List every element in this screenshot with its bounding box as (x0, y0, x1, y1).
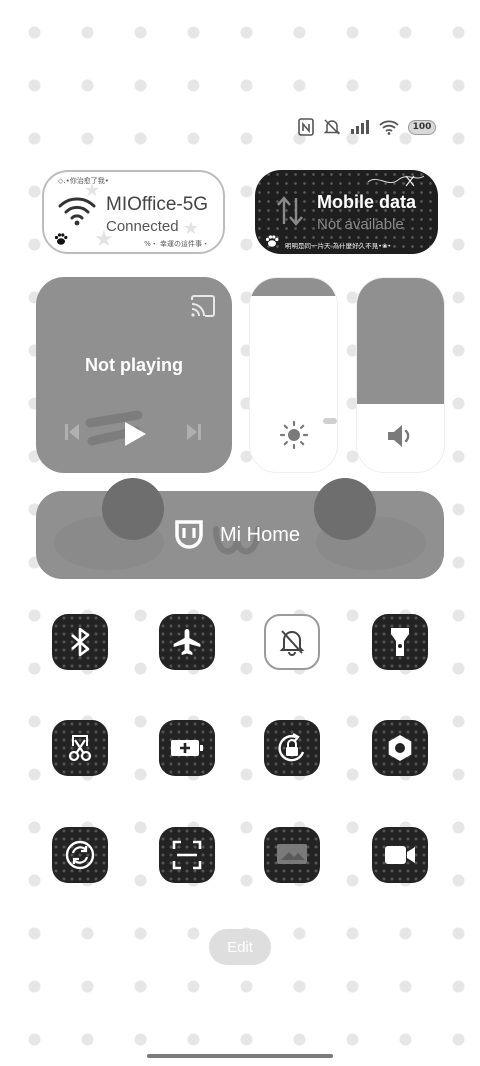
cast-icon[interactable] (190, 295, 216, 317)
mi-home-button[interactable]: Mi Home (36, 491, 444, 579)
status-bar: 100 (298, 118, 436, 136)
signal-icon (351, 120, 369, 134)
rotation-lock-toggle[interactable] (264, 720, 320, 776)
wifi-tile[interactable]: ◇.•你治愈了我• ★ ★ ★ MIOffice-5G Connected %・… (42, 170, 225, 254)
brightness-icon (279, 420, 308, 450)
paw-icon (265, 235, 279, 247)
play-icon[interactable] (123, 421, 147, 447)
mi-home-logo-icon (175, 520, 203, 549)
mute-bell-icon (279, 630, 305, 656)
video-camera-icon (385, 846, 415, 864)
mute-toggle[interactable] (264, 614, 320, 670)
settings-hex-icon (388, 735, 412, 761)
scanner-icon (172, 840, 202, 870)
star-decoration: ★ (182, 218, 199, 238)
wifi-icon (379, 120, 399, 135)
next-icon[interactable] (186, 423, 202, 441)
rotation-lock-icon (278, 732, 305, 762)
wifi-status: Connected (106, 218, 179, 235)
home-indicator[interactable] (147, 1054, 333, 1058)
bluetooth-icon (71, 627, 90, 657)
wifi-icon (58, 197, 96, 226)
deco-caption-bottom: 明明是同一片天 為什麼好久不見•❀• (285, 242, 392, 250)
paw-icon (54, 233, 68, 245)
mobile-data-tile[interactable]: Mobile data Not available 明明是同一片天 為什麼好久不… (255, 170, 438, 254)
volume-slider[interactable] (356, 277, 445, 473)
nfc-icon (298, 118, 314, 136)
previous-icon[interactable] (64, 423, 80, 441)
airplane-mode-toggle[interactable] (159, 614, 215, 670)
scanner-toggle[interactable] (159, 827, 215, 883)
mobile-data-status: Not available (317, 216, 404, 233)
battery-saver-icon (171, 740, 203, 756)
airplane-icon (173, 629, 201, 655)
volume-slider-fill (357, 278, 444, 404)
screenshot-icon (68, 735, 92, 762)
brightness-slider[interactable] (249, 277, 338, 473)
media-player-card[interactable]: Not playing (36, 277, 232, 473)
battery-indicator: 100 (408, 119, 436, 135)
sync-icon (65, 840, 95, 870)
mobile-data-icon (277, 196, 303, 226)
edit-button[interactable]: Edit (209, 929, 271, 965)
flashlight-icon (391, 628, 409, 656)
ribbon-decoration (367, 175, 425, 187)
sync-toggle[interactable] (52, 827, 108, 883)
bluetooth-toggle[interactable] (52, 614, 108, 670)
decor-eye (314, 478, 376, 540)
screenshot-toggle[interactable] (52, 720, 108, 776)
volume-icon (387, 425, 409, 447)
settings-toggle[interactable] (372, 720, 428, 776)
cast-toggle[interactable] (264, 827, 320, 883)
media-status: Not playing (85, 355, 183, 375)
mobile-data-title: Mobile data (317, 192, 417, 212)
cast-screen-icon (277, 844, 307, 864)
flashlight-toggle[interactable] (372, 614, 428, 670)
battery-saver-toggle[interactable] (159, 720, 215, 776)
deco-caption-bottom: %・ 幸運の這件事・ (144, 240, 209, 248)
mute-vibrate-icon (323, 119, 341, 135)
brightness-slider-fill (250, 278, 337, 296)
screen-recorder-toggle[interactable] (372, 827, 428, 883)
decor-eye (102, 478, 164, 540)
wifi-network-name: MIOffice-5G (106, 194, 209, 215)
mi-home-label: Mi Home (220, 524, 301, 546)
